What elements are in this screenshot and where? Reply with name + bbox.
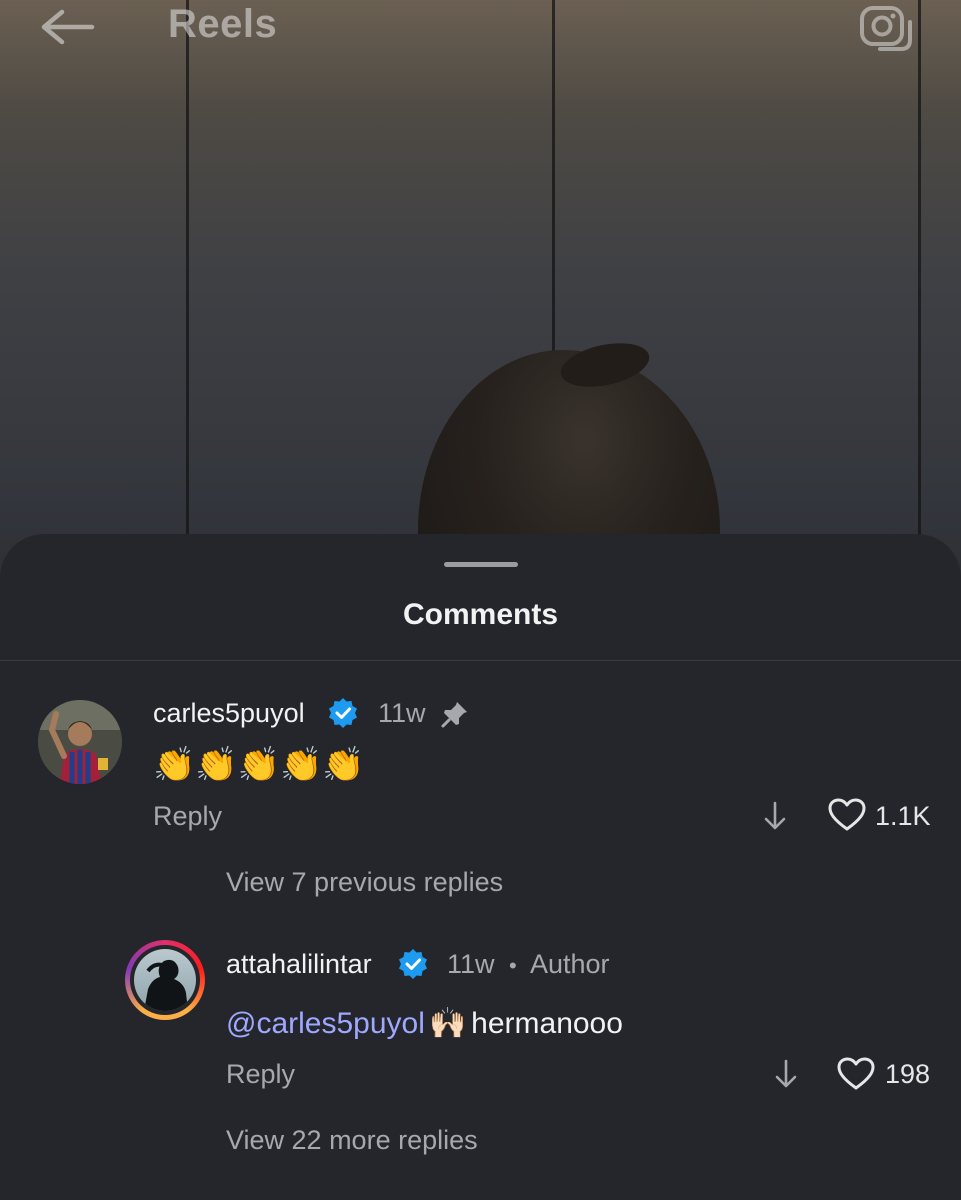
avatar-photo — [134, 949, 196, 1011]
avatar-ring-gap — [130, 945, 200, 1015]
comment-time: 11w — [378, 698, 426, 728]
wall-seam — [186, 0, 189, 560]
comment-text: 👏👏👏👏👏 — [153, 746, 365, 784]
view-more-replies[interactable]: View 22 more replies — [226, 1125, 478, 1156]
verified-badge-icon — [329, 698, 357, 728]
reply-button[interactable]: Reply — [226, 1059, 295, 1090]
back-arrow-icon[interactable] — [36, 6, 96, 48]
avatar[interactable] — [125, 940, 205, 1020]
wall-seam — [918, 0, 921, 560]
top-bar: Reels — [0, 0, 961, 60]
pin-icon — [441, 702, 467, 728]
camera-icon[interactable] — [858, 2, 914, 52]
author-badge: Author — [530, 949, 610, 979]
avatar-player-image — [38, 700, 122, 784]
like-count: 198 — [885, 1059, 931, 1089]
divider — [0, 660, 961, 661]
reel-video[interactable] — [0, 0, 961, 620]
reply-text: @carles5puyol 🙌🏻 hermanooo — [226, 1005, 623, 1043]
avatar-silhouette-image — [144, 959, 188, 1011]
heart-icon[interactable] — [828, 798, 866, 832]
drag-handle[interactable] — [444, 562, 518, 567]
arrow-down-icon[interactable] — [762, 800, 788, 832]
reply-time: 11w — [447, 949, 495, 979]
page-title: Reels — [168, 2, 278, 46]
reply-username[interactable]: attahalilintar — [226, 949, 372, 980]
verified-badge-icon — [399, 949, 427, 979]
avatar[interactable] — [38, 700, 122, 784]
like-count: 1.1K — [875, 801, 931, 831]
meta-separator: • — [509, 953, 517, 978]
raised-hands-emoji: 🙌🏻 — [429, 1007, 467, 1040]
comments-title: Comments — [402, 598, 559, 631]
view-previous-replies[interactable]: View 7 previous replies — [226, 867, 503, 898]
arrow-down-icon[interactable] — [773, 1058, 799, 1090]
mention-link[interactable]: @carles5puyol — [226, 1007, 425, 1040]
reply-body: hermanooo — [471, 1007, 623, 1040]
heart-icon[interactable] — [837, 1057, 875, 1091]
reply-button[interactable]: Reply — [153, 801, 222, 832]
comment-username[interactable]: carles5puyol — [153, 698, 305, 729]
